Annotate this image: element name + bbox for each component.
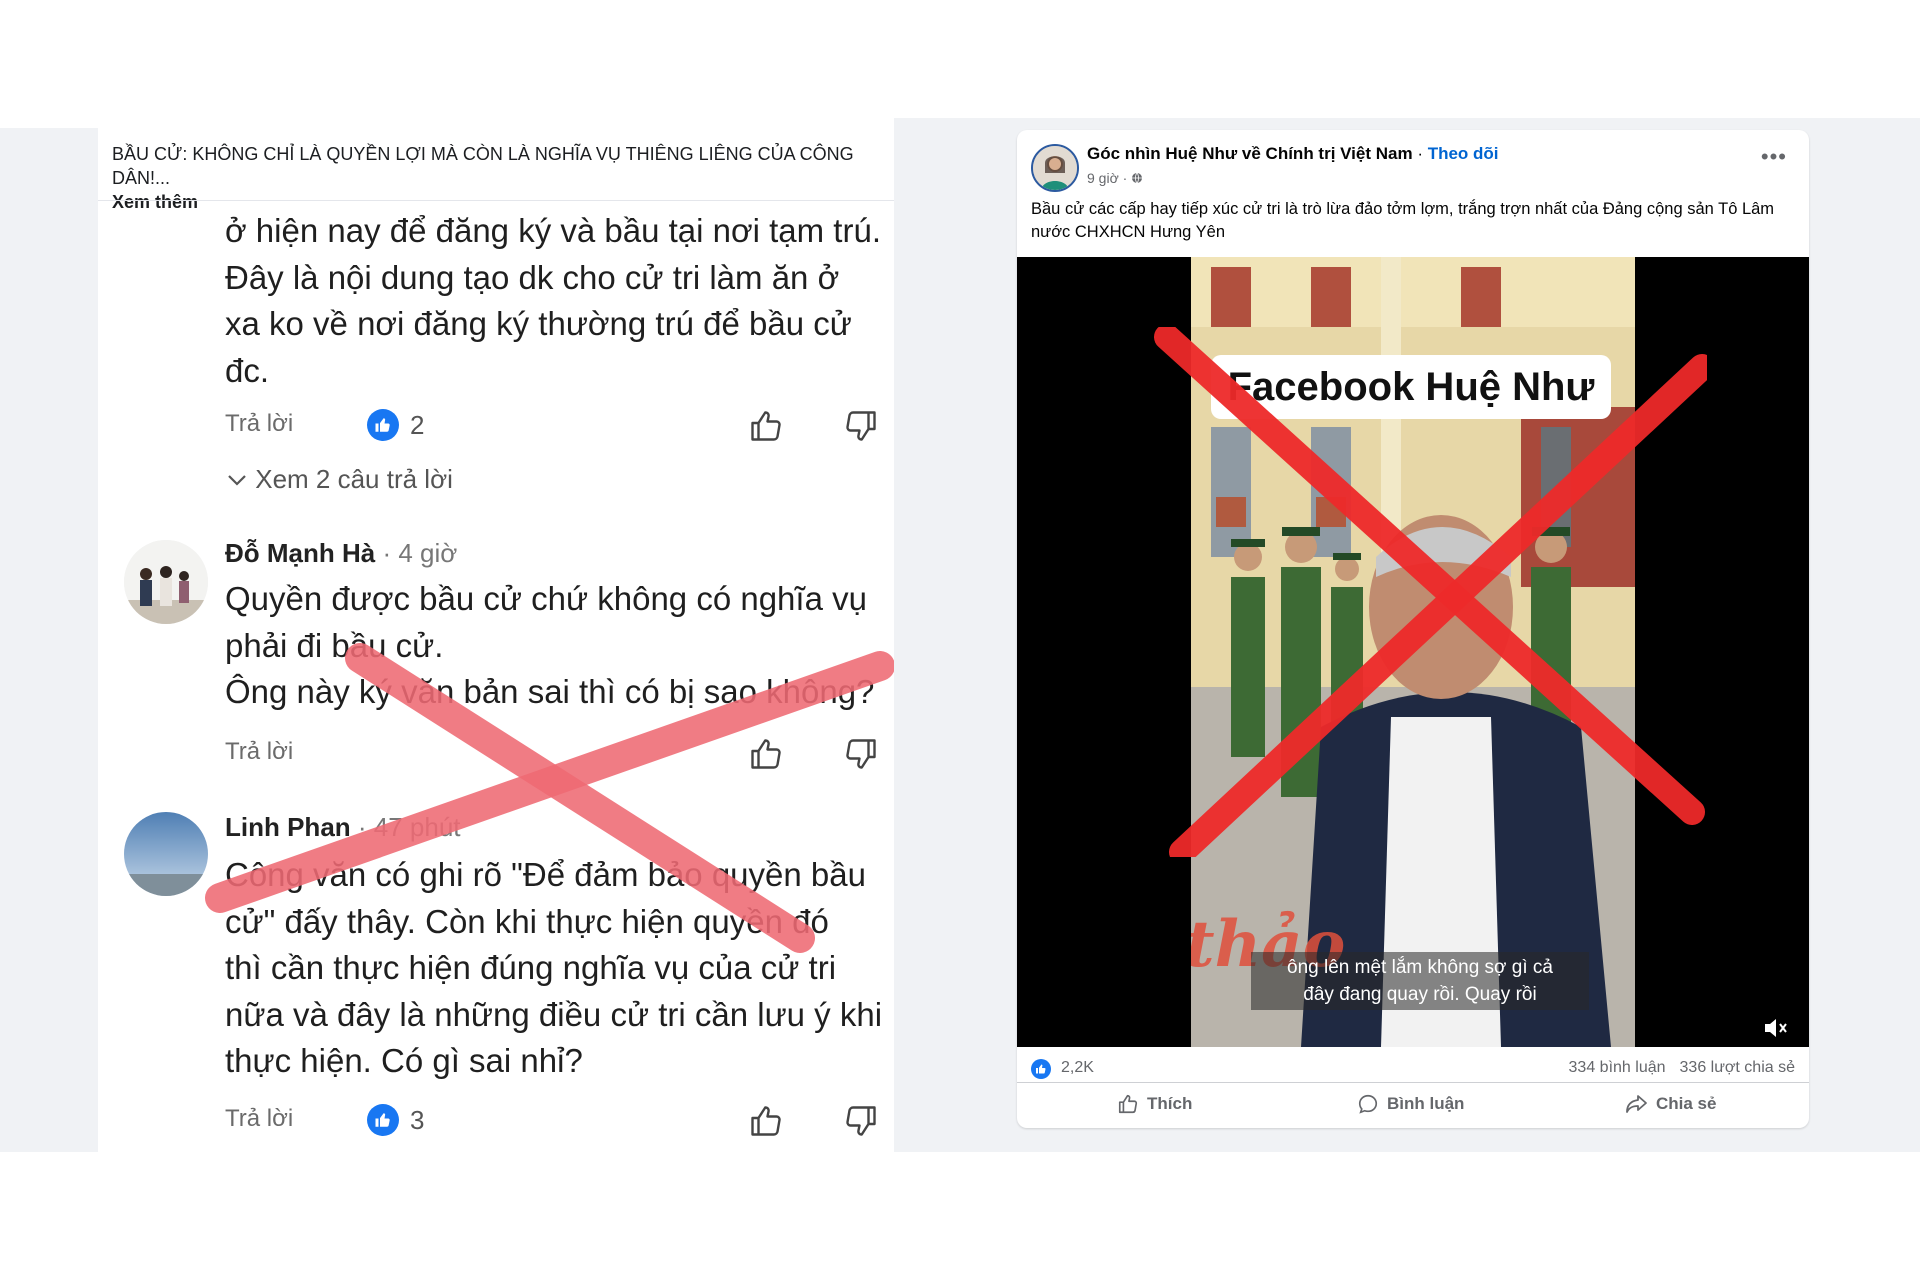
page-avatar[interactable] [1031, 144, 1079, 192]
comment-button[interactable]: Bình luận [1357, 1089, 1464, 1119]
post-time-label[interactable]: 9 giờ · [1087, 170, 1127, 186]
comment-label: Bình luận [1387, 1094, 1465, 1113]
share-button[interactable]: Chia sẻ [1624, 1089, 1716, 1119]
post-title: BẦU CỬ: KHÔNG CHỈ LÀ QUYỀN LỢI MÀ CÒN LÀ… [112, 144, 854, 188]
like-label: Thích [1147, 1094, 1193, 1113]
reply-button[interactable]: Trả lời [225, 1105, 293, 1133]
post-card: Góc nhìn Huệ Như về Chính trị Việt Nam ·… [1017, 130, 1809, 1128]
comment-time: · 47 phút [357, 812, 461, 842]
comment-text: ở hiện nay để đăng ký và bầu tại nơi tạm… [225, 212, 881, 389]
avatar[interactable] [124, 812, 208, 896]
like-reaction-icon [367, 409, 399, 441]
thumbs-up-icon[interactable] [748, 736, 784, 772]
share-arrow-icon [1626, 1095, 1647, 1113]
page-name[interactable]: Góc nhìn Huệ Như về Chính trị Việt Nam [1087, 144, 1413, 163]
thumbs-up-icon [1118, 1094, 1138, 1114]
globe-icon [1132, 172, 1143, 184]
share-label: Chia sẻ [1656, 1094, 1717, 1113]
divider [98, 200, 894, 201]
thumbs-up-icon[interactable] [748, 1103, 784, 1139]
share-count[interactable]: 336 lượt chia sẻ [1680, 1059, 1795, 1076]
comment-text: Công văn có ghi rõ "Để đảm bảo quyền bầu… [225, 856, 883, 1079]
left-comment-screenshot: BẦU CỬ: KHÔNG CHỈ LÀ QUYỀN LỢI MÀ CÒN LÀ… [0, 128, 894, 1152]
page-name-line: Góc nhìn Huệ Như về Chính trị Việt Nam ·… [1087, 144, 1499, 164]
comment-count[interactable]: 334 bình luận [1569, 1059, 1666, 1076]
reaction-count[interactable]: 2,2K [1061, 1059, 1094, 1077]
post-stats: 2,2K 334 bình luận 336 lượt chia sẻ [1017, 1047, 1809, 1087]
video-frame: Facebook Huệ Như thảo ông lên mệt lắm kh… [1191, 257, 1635, 1047]
video-watermark-label: Facebook Huệ Như [1211, 355, 1611, 419]
separator: · [1412, 144, 1428, 163]
follow-button[interactable]: Theo dõi [1428, 144, 1499, 163]
view-replies-link[interactable]: Xem 2 câu trả lời [226, 464, 453, 495]
more-options-icon[interactable]: ••• [1761, 144, 1787, 170]
view-replies-label: Xem 2 câu trả lời [255, 464, 453, 494]
thumbs-down-icon[interactable] [843, 1103, 879, 1139]
right-facebook-post: Góc nhìn Huệ Như về Chính trị Việt Nam ·… [894, 118, 1920, 1152]
comment-time: · 4 giờ [382, 538, 458, 568]
post-time: 9 giờ · [1087, 170, 1143, 186]
like-button[interactable]: Thích [1117, 1089, 1192, 1119]
like-reaction-icon [367, 1104, 399, 1136]
author-name[interactable]: Linh Phan [225, 812, 351, 842]
avatar[interactable] [124, 540, 208, 624]
chevron-down-icon [228, 475, 246, 486]
engagement-counts: 334 bình luận 336 lượt chia sẻ [1555, 1059, 1795, 1077]
post-header: BẦU CỬ: KHÔNG CHỈ LÀ QUYỀN LỢI MÀ CÒN LÀ… [112, 142, 872, 214]
comment-text: Quyền được bầu cử chứ không có nghĩa vụ … [225, 580, 875, 710]
comment-author[interactable]: Đỗ Mạnh Hà · 4 giờ [225, 538, 457, 569]
left-background-strip [0, 128, 98, 1152]
video-player[interactable]: Facebook Huệ Như thảo ông lên mệt lắm kh… [1017, 257, 1809, 1047]
video-subtitle: ông lên mệt lắm không sợ gì cả đây đang … [1251, 952, 1589, 1010]
thumbs-up-icon[interactable] [748, 408, 784, 444]
thumbs-down-icon[interactable] [843, 408, 879, 444]
comment-author[interactable]: Linh Phan · 47 phút [225, 812, 461, 843]
action-bar: Thích Bình luận Chia sẻ [1017, 1082, 1809, 1125]
thumbs-down-icon[interactable] [843, 736, 879, 772]
reply-button[interactable]: Trả lời [225, 410, 293, 438]
author-name[interactable]: Đỗ Mạnh Hà [225, 538, 375, 568]
reply-button[interactable]: Trả lời [225, 738, 293, 766]
like-reaction-icon [1031, 1059, 1051, 1079]
post-text: Bầu cử các cấp hay tiếp xúc cử tri là tr… [1031, 200, 1775, 241]
like-count: 3 [410, 1105, 425, 1135]
comment-bubble-icon [1358, 1094, 1378, 1114]
mute-icon[interactable] [1763, 1017, 1789, 1039]
like-count: 2 [410, 410, 425, 440]
